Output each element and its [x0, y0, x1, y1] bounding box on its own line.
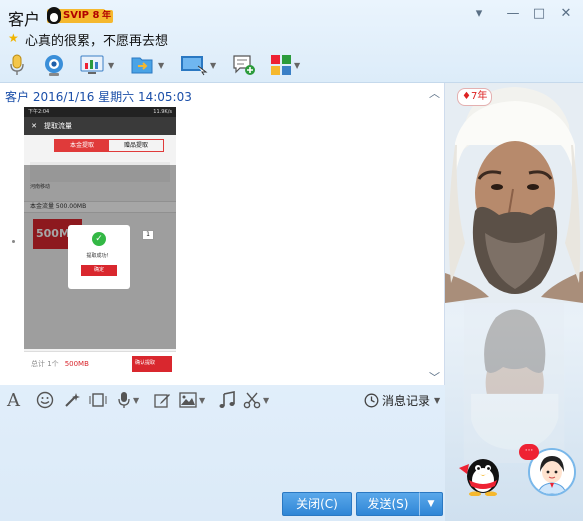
voice-message-button[interactable]: ▼: [117, 390, 139, 410]
remote-desktop-button[interactable]: ▼: [180, 52, 216, 78]
expand-down-icon[interactable]: ﹀: [429, 369, 440, 385]
phone-stepper-value: 1: [142, 230, 154, 240]
friendship-days-badge[interactable]: ♦7年: [457, 88, 493, 106]
message-history[interactable]: ︿ 客户 2016/1/16 星期六 14:05:03 下午2:04 11.9K…: [0, 83, 445, 385]
music-button[interactable]: [218, 390, 236, 410]
screenshot-frame-button[interactable]: [89, 390, 107, 410]
title-bar: 客户 SVIP 8 年 ▾ — □ ✕ ★ 心真的很累，不愿再去想 ▼ ▼ ▼ …: [0, 0, 583, 83]
phone-app-title: 提取流量: [44, 122, 72, 130]
font-icon: A: [7, 389, 20, 411]
share-screen-icon: [80, 55, 104, 74]
star-icon: ★: [8, 31, 19, 45]
menu-dropdown-icon[interactable]: ▾: [468, 6, 490, 22]
share-screen-button[interactable]: ▼: [80, 52, 114, 78]
file-transfer-icon: [131, 57, 153, 74]
phone-dialog-text: 提取成功！: [86, 253, 112, 259]
collapse-up-icon[interactable]: ︿: [429, 85, 440, 101]
phone-app-bar: ✕ 提取流量: [24, 117, 176, 135]
emoji-button[interactable]: [36, 390, 54, 410]
screenshot-button[interactable]: ▼: [243, 390, 269, 410]
music-note-icon: [219, 391, 235, 408]
file-transfer-button[interactable]: ▼: [130, 52, 164, 78]
image-icon: [179, 392, 197, 408]
chevron-down-icon[interactable]: ▼: [210, 61, 216, 70]
svip-label: SVIP 8: [63, 10, 100, 21]
chat-bubble-icon[interactable]: ···: [519, 444, 539, 460]
phone-status-bar: 下午2:04 11.9K/s: [24, 107, 176, 117]
blurred-number: [30, 162, 170, 182]
maximize-button[interactable]: □: [528, 6, 550, 22]
year-badge[interactable]: 年: [100, 10, 113, 23]
video-icon: [45, 55, 63, 76]
phone-tab-inactive: 赠品提取: [123, 142, 148, 149]
shake-window-icon: [89, 393, 107, 407]
chevron-down-icon[interactable]: ▼: [108, 61, 114, 70]
history-label: 消息记录: [382, 393, 431, 408]
chevron-down-icon[interactable]: ▼: [263, 396, 269, 405]
apps-button[interactable]: ▼: [270, 52, 300, 78]
chevron-down-icon[interactable]: ▼: [158, 61, 164, 70]
close-icon: ✕: [31, 122, 37, 130]
microphone-icon: [10, 54, 24, 75]
chevron-down-icon[interactable]: ▼: [294, 61, 300, 70]
chevron-down-icon[interactable]: ▼: [199, 396, 205, 405]
chevron-down-icon[interactable]: ▼: [434, 396, 440, 405]
message-header: 客户 2016/1/16 星期六 14:05:03: [5, 90, 192, 104]
friendship-days-label: 7年: [470, 91, 488, 102]
edit-icon: [154, 394, 170, 408]
remote-desktop-icon: [181, 56, 208, 76]
phone-total-label: 总计 1个: [31, 360, 59, 368]
phone-carrier: 河南移动: [30, 184, 51, 190]
phone-total-amount: 500MB: [64, 360, 89, 368]
chat-window: 客户 SVIP 8 年 ▾ — □ ✕ ★ 心真的很累，不愿再去想 ▼ ▼ ▼ …: [0, 0, 583, 521]
chat-toolbar: ▼ ▼ ▼ ▼: [0, 50, 440, 80]
create-discussion-button[interactable]: [232, 52, 256, 78]
video-call-button[interactable]: [42, 52, 66, 78]
qq-penguin-icon: [47, 7, 61, 24]
phone-confirm-label: 确认提取: [135, 360, 156, 366]
phone-tab-active: 本金提取: [55, 140, 109, 151]
scissors-icon: [243, 392, 261, 409]
svip-badge[interactable]: SVIP 8: [47, 7, 106, 24]
signature-text: 心真的很累，不愿再去想: [25, 34, 169, 49]
clock-icon: [364, 393, 379, 407]
send-options-button[interactable]: ▼: [419, 492, 443, 516]
create-chat-icon: [233, 55, 255, 75]
send-button[interactable]: 发送(S): [356, 492, 420, 516]
qq-penguin-mascot-icon[interactable]: [455, 450, 503, 496]
phone-status-speed: 11.9K/s: [153, 109, 172, 115]
minimize-button[interactable]: —: [502, 6, 524, 22]
message-history-button[interactable]: 消息记录 ▼: [364, 390, 440, 410]
portrait-reflection-image: [463, 303, 565, 463]
magic-wand-icon: [65, 393, 80, 407]
list-bullet: [12, 240, 15, 243]
send-image-button[interactable]: ▼: [179, 390, 205, 410]
contact-portrait-image[interactable]: [445, 83, 583, 303]
shared-screenshot-image[interactable]: 下午2:04 11.9K/s ✕ 提取流量 本金提取 赠品提取 河南移动 本金流…: [24, 107, 176, 375]
font-button[interactable]: A: [7, 389, 20, 411]
close-window-button[interactable]: ✕: [555, 6, 577, 22]
phone-success-dialog: ✓ 提取成功！ 确定: [68, 225, 130, 289]
phone-status-time: 下午2:04: [28, 109, 50, 115]
magic-button[interactable]: [63, 390, 81, 410]
diamond-icon: ♦: [462, 91, 471, 102]
phone-dialog-button: 确定: [81, 265, 117, 276]
chevron-down-icon[interactable]: ▼: [133, 396, 139, 405]
phone-tabs: 本金提取 赠品提取: [54, 139, 164, 152]
contact-name[interactable]: 客户: [8, 6, 40, 30]
phone-flow-label: 本金流量 500.00MB: [24, 201, 176, 213]
chevron-down-icon: ▼: [427, 499, 435, 509]
check-icon: ✓: [92, 232, 106, 246]
phone-confirm-button: 确认提取: [132, 356, 172, 372]
apps-icon: [271, 55, 291, 75]
phone-bottom-bar: 总计 1个 500MB 确认提取: [24, 351, 176, 375]
microphone-icon: [118, 392, 130, 408]
close-button[interactable]: 关闭(C): [282, 492, 352, 516]
edit-button[interactable]: [153, 390, 171, 410]
smiley-icon: [36, 391, 54, 409]
voice-call-button[interactable]: [8, 52, 26, 78]
